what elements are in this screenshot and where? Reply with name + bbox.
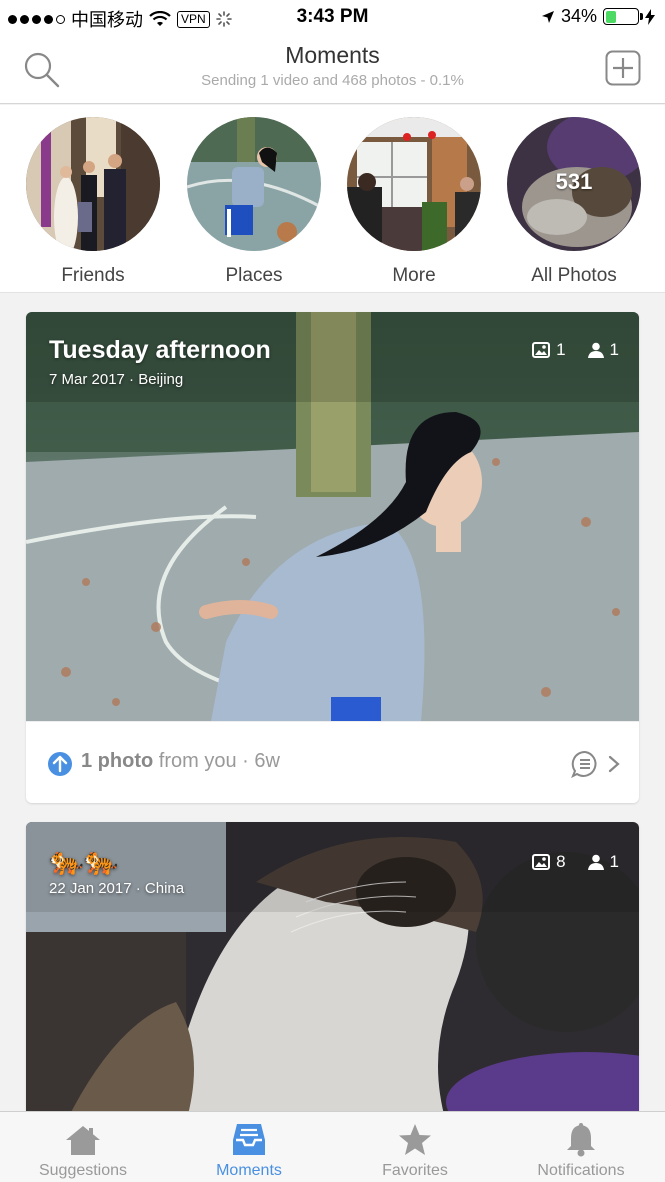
moment-date: 22 Jan 2017 · China <box>49 880 185 897</box>
tab-label: Suggestions <box>38 1162 128 1179</box>
inbox-icon <box>233 1124 265 1155</box>
home-icon <box>66 1126 100 1155</box>
person-icon <box>587 854 604 870</box>
upload-arrow-icon <box>48 752 72 776</box>
nav-header: Moments Sending 1 video and 468 photos -… <box>0 34 665 104</box>
comment-icon[interactable] <box>571 750 599 778</box>
album-all-photos[interactable]: 531 All Photos <box>507 117 641 287</box>
album-more[interactable]: More <box>347 117 481 287</box>
photo-count: 8 <box>556 852 566 871</box>
tab-notifications[interactable]: Notifications <box>498 1112 664 1182</box>
battery-percent: 34% <box>560 6 597 26</box>
photo-count: 531 <box>555 169 593 194</box>
moment-card[interactable]: Tuesday afternoon 7 Mar 2017 · Beijing 1… <box>26 312 639 803</box>
albums-row: Friends Places More 531 All Photos <box>0 105 665 293</box>
moment-card[interactable]: 🐅🐅 22 Jan 2017 · China 8 1 <box>26 822 639 1122</box>
footer-detail: from you · 6w <box>153 750 280 772</box>
charging-bolt-icon <box>645 8 655 25</box>
people-count: 1 <box>609 852 619 871</box>
album-label: Places <box>225 265 283 286</box>
status-right: 34% <box>541 6 655 27</box>
moment-footer-text: 1 photo from you · 6w <box>81 750 280 773</box>
bell-icon <box>567 1123 595 1157</box>
places-thumbnail <box>187 117 321 251</box>
album-label: More <box>392 265 436 286</box>
tab-suggestions[interactable]: Suggestions <box>0 1112 166 1182</box>
upload-status: Sending 1 video and 468 photos - 0.1% <box>201 72 464 89</box>
moment-title: 🐅🐅 <box>49 845 119 876</box>
person-icon <box>587 342 604 358</box>
battery-fill <box>605 10 617 23</box>
chevron-right-icon[interactable] <box>607 755 621 773</box>
tab-favorites[interactable]: Favorites <box>332 1112 498 1182</box>
photo-icon <box>532 342 551 358</box>
moment-title: Tuesday afternoon <box>49 336 271 364</box>
star-icon <box>399 1124 431 1155</box>
photo-icon <box>532 854 551 870</box>
album-places[interactable]: Places <box>187 117 321 287</box>
tab-label: Moments <box>216 1162 282 1179</box>
status-bar: 中国移动 VPN 3:43 PM 34% <box>0 0 665 34</box>
all-photos-thumbnail: 531 <box>507 117 641 251</box>
tab-label: Favorites <box>382 1162 448 1179</box>
moment-stats: 1 1 <box>532 340 619 360</box>
tab-moments[interactable]: Moments <box>166 1112 332 1182</box>
friends-thumbnail <box>26 117 160 251</box>
photo-count: 1 <box>556 340 566 359</box>
album-label: All Photos <box>531 265 617 286</box>
add-icon[interactable] <box>605 50 641 86</box>
page-title: Moments <box>285 42 380 68</box>
moment-date: 7 Mar 2017 · Beijing <box>49 371 184 388</box>
album-label: Friends <box>61 265 125 286</box>
footer-photo-count: 1 photo <box>81 750 154 772</box>
battery-icon <box>603 8 643 25</box>
moment-photo[interactable]: 🐅🐅 22 Jan 2017 · China 8 1 <box>26 822 639 1122</box>
people-count: 1 <box>609 340 619 359</box>
tab-bar: Suggestions Moments Favorites Notificati… <box>0 1111 665 1182</box>
tab-label: Notifications <box>537 1162 625 1179</box>
moment-photo[interactable]: Tuesday afternoon 7 Mar 2017 · Beijing 1… <box>26 312 639 721</box>
location-arrow-icon <box>541 10 554 23</box>
moment-stats: 8 1 <box>532 852 619 872</box>
album-friends[interactable]: Friends <box>26 117 160 287</box>
more-thumbnail <box>347 117 481 251</box>
moment-footer[interactable]: 1 photo from you · 6w <box>26 721 639 803</box>
